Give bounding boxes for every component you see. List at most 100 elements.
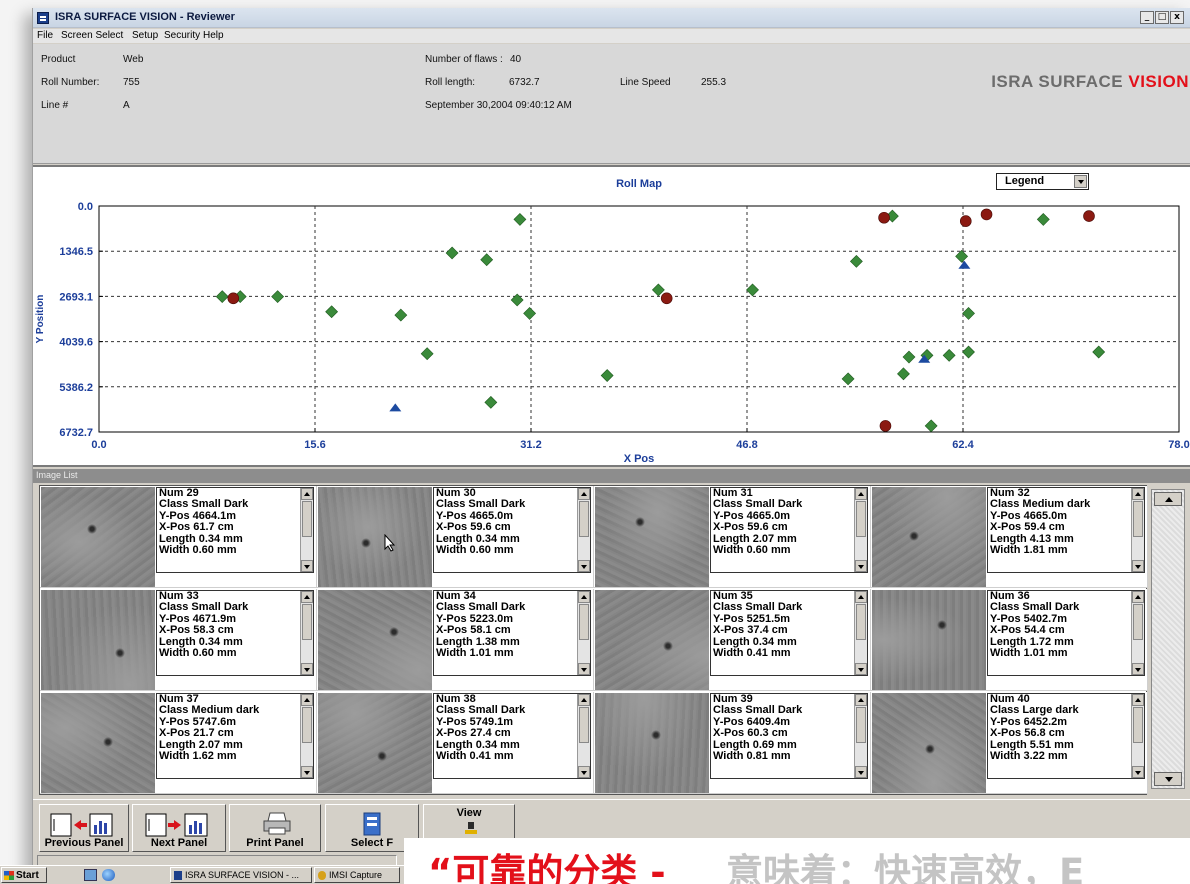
flaw-details[interactable]: Num 37 Class Medium dark Y-Pos 5747.6m X-Po… (156, 693, 314, 779)
details-scrollbar[interactable] (854, 591, 867, 675)
chevron-down-icon[interactable] (1074, 175, 1087, 188)
scroll-up-button[interactable] (301, 488, 313, 500)
app-icon[interactable] (37, 12, 49, 24)
flaw-image[interactable] (318, 590, 432, 690)
scroll-up-button[interactable] (1132, 591, 1144, 603)
scroll-thumb[interactable] (579, 501, 589, 537)
flaw-image[interactable] (872, 487, 986, 587)
roll-map-svg[interactable]: Roll Map 0.0 15.6 31.2 46.8 62.4 78.0 0.0 1346.5… (33, 167, 1190, 467)
minimize-button[interactable]: _ (1140, 11, 1154, 24)
scroll-thumb[interactable] (1133, 707, 1143, 743)
flaw-image[interactable] (872, 590, 986, 690)
start-button[interactable]: Start (1, 867, 47, 883)
scroll-thumb[interactable] (856, 604, 866, 640)
close-button[interactable]: x (1170, 11, 1184, 24)
flaw-item[interactable]: Num 36 Class Small Dark Y-Pos 5402.7m X-Pos… (871, 589, 1148, 691)
title-bar[interactable]: ISRA SURFACE VISION - Reviewer _ □ x (33, 8, 1190, 28)
flaw-image[interactable] (595, 590, 709, 690)
flaw-item[interactable]: Num 33 Class Small Dark Y-Pos 4671.9m X-Pos… (40, 589, 317, 691)
scroll-down-button[interactable] (578, 766, 590, 778)
taskbar-item-reviewer[interactable]: ISRA SURFACE VISION - ... (170, 867, 312, 883)
flaw-image[interactable] (41, 487, 155, 587)
details-scrollbar[interactable] (1131, 488, 1144, 572)
scroll-up-button[interactable] (578, 591, 590, 603)
scroll-down-button[interactable] (301, 560, 313, 572)
flaw-details[interactable]: Num 30 Class Small Dark Y-Pos 4665.0m X-Pos… (433, 487, 591, 573)
flaw-image[interactable] (318, 693, 432, 793)
flaw-item[interactable]: Num 34 Class Small Dark Y-Pos 5223.0m X-Pos… (317, 589, 594, 691)
scroll-down-button[interactable] (855, 560, 867, 572)
scroll-down-button[interactable] (1132, 663, 1144, 675)
flaw-item[interactable]: Num 32 Class Medium dark Y-Pos 4665.0m X-Po… (871, 486, 1148, 588)
scroll-up-button[interactable] (301, 694, 313, 706)
flaw-details[interactable]: Num 34 Class Small Dark Y-Pos 5223.0m X-Pos… (433, 590, 591, 676)
flaw-details[interactable]: Num 32 Class Medium dark Y-Pos 4665.0m X-Po… (987, 487, 1145, 573)
flaw-image[interactable] (41, 590, 155, 690)
details-scrollbar[interactable] (300, 694, 313, 778)
flaw-item[interactable]: Num 30 Class Small Dark Y-Pos 4665.0m X-Pos… (317, 486, 594, 588)
flaw-details[interactable]: Num 33 Class Small Dark Y-Pos 4671.9m X-Pos… (156, 590, 314, 676)
scroll-up-button[interactable] (1132, 694, 1144, 706)
flaw-image[interactable] (872, 693, 986, 793)
details-scrollbar[interactable] (577, 694, 590, 778)
scroll-thumb[interactable] (302, 604, 312, 640)
flaw-item[interactable]: Num 39 Class Small Dark Y-Pos 6409.4m X-Pos… (594, 692, 871, 794)
scroll-down-button[interactable] (855, 766, 867, 778)
scroll-up-button[interactable] (578, 694, 590, 706)
scroll-down-button[interactable] (855, 663, 867, 675)
details-scrollbar[interactable] (854, 694, 867, 778)
desktop-icon[interactable] (84, 869, 97, 881)
flaw-item[interactable]: Num 29 Class Small Dark Y-Pos 4664.1m X-Pos… (40, 486, 317, 588)
image-list-scrollbar[interactable] (1151, 489, 1185, 789)
scroll-up-button[interactable] (1154, 492, 1182, 506)
flaw-details[interactable]: Num 36 Class Small Dark Y-Pos 5402.7m X-Pos… (987, 590, 1145, 676)
flaw-image[interactable] (41, 693, 155, 793)
previous-panel-button[interactable]: Previous Panel (39, 804, 129, 852)
flaw-details[interactable]: Num 40 Class Large dark Y-Pos 6452.2m X-Pos… (987, 693, 1145, 779)
flaw-image[interactable] (318, 487, 432, 587)
scroll-down-button[interactable] (301, 663, 313, 675)
scroll-thumb[interactable] (856, 501, 866, 537)
scroll-down-button[interactable] (301, 766, 313, 778)
menu-security[interactable]: Security (164, 30, 200, 41)
scroll-down-button[interactable] (1154, 772, 1182, 786)
menu-screen-select[interactable]: Screen Select (61, 30, 123, 41)
flaw-item[interactable]: Num 37 Class Medium dark Y-Pos 5747.6m X-Po… (40, 692, 317, 794)
scroll-thumb[interactable] (302, 707, 312, 743)
scroll-down-button[interactable] (578, 560, 590, 572)
maximize-button[interactable]: □ (1155, 11, 1169, 24)
menu-help[interactable]: Help (203, 30, 224, 41)
details-scrollbar[interactable] (1131, 591, 1144, 675)
details-scrollbar[interactable] (577, 488, 590, 572)
flaw-item[interactable]: Num 40 Class Large dark Y-Pos 6452.2m X-Pos… (871, 692, 1148, 794)
scroll-down-button[interactable] (1132, 766, 1144, 778)
details-scrollbar[interactable] (854, 488, 867, 572)
flaw-details[interactable]: Num 29 Class Small Dark Y-Pos 4664.1m X-Pos… (156, 487, 314, 573)
details-scrollbar[interactable] (300, 591, 313, 675)
legend-dropdown[interactable]: Legend (996, 173, 1089, 190)
scroll-up-button[interactable] (855, 488, 867, 500)
details-scrollbar[interactable] (1131, 694, 1144, 778)
scroll-thumb[interactable] (1133, 604, 1143, 640)
menu-setup[interactable]: Setup (132, 30, 158, 41)
flaw-details[interactable]: Num 38 Class Small Dark Y-Pos 5749.1m X-Pos… (433, 693, 591, 779)
scroll-down-button[interactable] (1132, 560, 1144, 572)
scroll-up-button[interactable] (578, 488, 590, 500)
next-panel-button[interactable]: Next Panel (132, 804, 226, 852)
scroll-thumb[interactable] (856, 707, 866, 743)
flaw-image[interactable] (595, 487, 709, 587)
menu-file[interactable]: File (37, 30, 53, 41)
scroll-thumb[interactable] (1133, 501, 1143, 537)
details-scrollbar[interactable] (577, 591, 590, 675)
scroll-thumb[interactable] (302, 501, 312, 537)
browser-icon[interactable] (102, 869, 115, 881)
scroll-up-button[interactable] (1132, 488, 1144, 500)
flaw-details[interactable]: Num 35 Class Small Dark Y-Pos 5251.5m X-Pos… (710, 590, 868, 676)
print-panel-button[interactable]: Print Panel (229, 804, 321, 852)
flaw-details[interactable]: Num 39 Class Small Dark Y-Pos 6409.4m X-Pos… (710, 693, 868, 779)
flaw-image[interactable] (595, 693, 709, 793)
flaw-item[interactable]: Num 38 Class Small Dark Y-Pos 5749.1m X-Pos… (317, 692, 594, 794)
scroll-up-button[interactable] (301, 591, 313, 603)
scroll-thumb[interactable] (579, 604, 589, 640)
taskbar-item-capture[interactable]: IMSI Capture (314, 867, 400, 883)
